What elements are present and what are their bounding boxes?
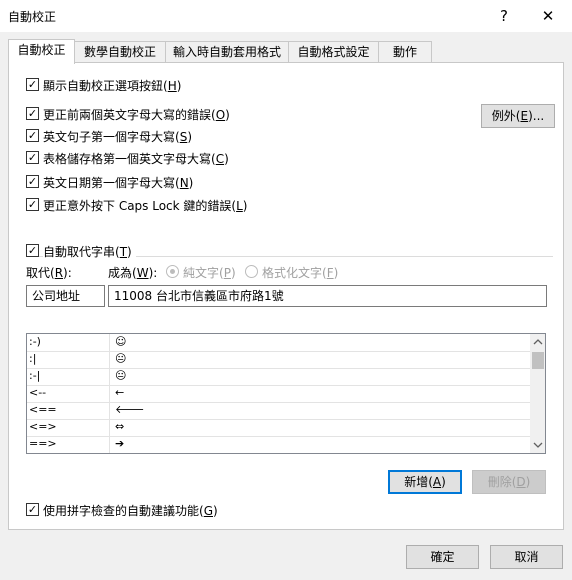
caps-lock-correction-label[interactable]: 更正意外按下 Caps Lock 鍵的錯誤(L) [43,197,247,214]
ok-button[interactable]: 確定 [406,545,479,569]
capitalize-sentences-label[interactable]: 英文句子第一個字母大寫(S) [43,128,192,145]
formatted-text-label[interactable]: 格式化文字(F) [262,264,338,281]
entry-from: :-) [29,335,41,348]
list-item[interactable]: <== 🡐 [27,402,530,420]
list-item[interactable]: ==> ➔ [27,436,530,453]
tab-autoformat[interactable]: 自動格式設定 [288,41,379,63]
tab-autocorrect[interactable]: 自動校正 [8,39,75,64]
tab-autoformat-as-you-type[interactable]: 輸入時自動套用格式 [165,41,289,63]
capitalize-days-checkbox[interactable]: ✓ [26,175,39,188]
with-input[interactable]: 11008 台北市信義區市府路1號 [108,285,547,307]
capitalize-table-cells-label[interactable]: 表格儲存格第一個英文字母大寫(C) [43,150,229,167]
list-item[interactable]: :-) ☺ [27,334,530,352]
tab-actions[interactable]: 動作 [378,41,432,63]
add-button[interactable]: 新增(A) [388,470,462,494]
entry-to: ⇔ [115,420,125,433]
entry-to: ← [115,386,125,399]
two-initial-capitals-label[interactable]: 更正前兩個英文字母大寫的錯誤(O) [43,106,230,123]
close-button[interactable]: ✕ [526,0,570,32]
entry-to: 😐 [115,352,127,365]
entry-from: <=> [29,420,57,433]
entry-to: ☺ [115,335,127,348]
tab-math-autocorrect[interactable]: 數學自動校正 [74,41,166,63]
formatted-text-radio[interactable] [245,265,258,278]
scroll-thumb [532,352,544,369]
replacement-list[interactable]: :-) ☺ :| 😐 :-| 😐 <-- ← <== 🡐 <=> ⇔ ==> ➔ [26,333,546,454]
capitalize-table-cells-checkbox[interactable]: ✓ [26,151,39,164]
two-initial-capitals-checkbox[interactable]: ✓ [26,107,39,120]
entry-from: <-- [29,386,47,399]
entry-from: ==> [29,437,57,450]
entry-to: ➔ [115,437,125,450]
entry-from: :| [29,352,37,365]
show-autocorrect-buttons-label[interactable]: 顯示自動校正選項按鈕(H) [43,77,181,94]
scrollbar-graphic [532,339,544,448]
replace-label: 取代(R): [26,266,72,280]
entry-to: 🡐 [115,403,145,416]
plain-text-label[interactable]: 純文字(P) [183,264,236,281]
list-item[interactable]: :-| 😐 [27,368,530,386]
help-button[interactable]: ? [482,0,526,32]
entry-from: <== [29,403,57,416]
list-scrollbar[interactable] [530,334,545,453]
entry-to: 😐 [115,369,127,382]
with-label: 成為(W): [108,266,158,280]
replace-text-label[interactable]: 自動取代字串(T) [43,243,136,260]
capitalize-days-label[interactable]: 英文日期第一個字母大寫(N) [43,174,193,191]
replace-input[interactable]: 公司地址 [26,285,105,307]
show-autocorrect-buttons-checkbox[interactable]: ✓ [26,78,39,91]
plain-text-radio[interactable] [166,265,179,278]
capitalize-sentences-checkbox[interactable]: ✓ [26,129,39,142]
list-item[interactable]: <=> ⇔ [27,419,530,437]
exceptions-button[interactable]: 例外(E)... [481,104,555,128]
scroll-down-icon [533,442,543,448]
scroll-up-icon [533,339,543,345]
list-item[interactable]: :| 😐 [27,351,530,369]
replace-text-checkbox[interactable]: ✓ [26,244,39,257]
entry-from: :-| [29,369,41,382]
list-item[interactable]: <-- ← [27,385,530,403]
cancel-button[interactable]: 取消 [490,545,563,569]
delete-button[interactable]: 刪除(D) [472,470,546,494]
spelling-suggestions-checkbox[interactable]: ✓ [26,503,39,516]
caps-lock-correction-checkbox[interactable]: ✓ [26,198,39,211]
spelling-suggestions-label[interactable]: 使用拼字檢查的自動建議功能(G) [43,502,218,519]
window-title: 自動校正 [8,10,57,24]
